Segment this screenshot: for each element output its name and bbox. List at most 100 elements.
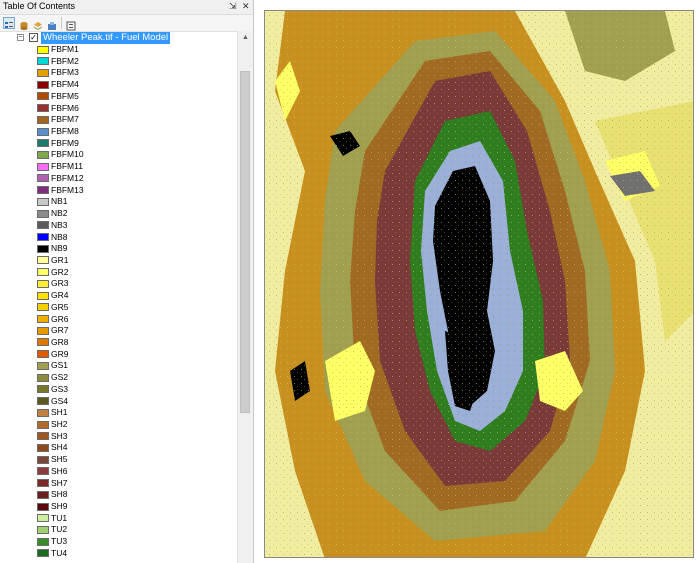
legend-swatch[interactable] [37, 233, 49, 241]
legend-item-sh1[interactable]: SH1 [0, 407, 237, 419]
legend-item-gs1[interactable]: GS1 [0, 360, 237, 372]
legend-item-gr5[interactable]: GR5 [0, 302, 237, 314]
legend-item-nb9[interactable]: NB9 [0, 243, 237, 255]
legend-item-sh9[interactable]: SH9 [0, 501, 237, 513]
layer-row-fuel-model[interactable]: − ✓ Wheeler Peak.tif - Fuel Model [0, 32, 237, 44]
legend-swatch[interactable] [37, 279, 49, 288]
legend-swatch[interactable] [37, 361, 49, 370]
legend-swatch[interactable] [37, 268, 49, 277]
list-by-source-button[interactable] [18, 17, 30, 30]
scroll-up-arrow-icon[interactable]: ▲ [238, 31, 253, 45]
legend-item-fbfm6[interactable]: FBFM6 [0, 103, 237, 115]
legend-item-tu3[interactable]: TU3 [0, 536, 237, 548]
legend-swatch[interactable] [37, 350, 49, 359]
legend-item-fbfm9[interactable]: FBFM9 [0, 138, 237, 150]
fuel-model-raster[interactable] [265, 11, 694, 558]
list-by-drawing-order-button[interactable] [3, 17, 15, 29]
legend-item-tu1[interactable]: TU1 [0, 513, 237, 525]
legend-swatch[interactable] [37, 432, 49, 441]
legend-swatch[interactable] [37, 326, 49, 335]
legend-swatch[interactable] [37, 455, 49, 464]
list-by-visibility-button[interactable] [32, 17, 44, 30]
legend-item-nb8[interactable]: NB8 [0, 232, 237, 244]
legend-item-gr3[interactable]: GR3 [0, 278, 237, 290]
legend-swatch[interactable] [37, 68, 49, 77]
legend-swatch[interactable] [37, 537, 49, 546]
legend-item-fbfm4[interactable]: FBFM4 [0, 79, 237, 91]
map-display[interactable] [256, 0, 700, 563]
legend-swatch[interactable] [37, 197, 49, 206]
legend-swatch[interactable] [37, 162, 49, 171]
legend-swatch[interactable] [37, 303, 49, 312]
legend-item-tu2[interactable]: TU2 [0, 524, 237, 536]
legend-swatch[interactable] [37, 115, 49, 124]
legend-item-fbfm2[interactable]: FBFM2 [0, 56, 237, 68]
scrollbar-thumb[interactable] [240, 71, 250, 413]
legend-swatch[interactable] [37, 420, 49, 429]
legend-swatch[interactable] [37, 514, 49, 523]
legend-swatch[interactable] [37, 467, 49, 476]
legend-item-sh2[interactable]: SH2 [0, 419, 237, 431]
legend-swatch[interactable] [37, 479, 49, 488]
legend-item-sh4[interactable]: SH4 [0, 442, 237, 454]
legend-item-fbfm7[interactable]: FBFM7 [0, 114, 237, 126]
legend-swatch[interactable] [37, 525, 49, 534]
options-button[interactable] [65, 17, 77, 31]
legend-item-fbfm10[interactable]: FBFM10 [0, 149, 237, 161]
legend-swatch[interactable] [37, 209, 49, 218]
legend-item-fbfm3[interactable]: FBFM3 [0, 67, 237, 79]
legend-swatch[interactable] [37, 549, 49, 558]
legend-item-sh7[interactable]: SH7 [0, 478, 237, 490]
legend-item-sh8[interactable]: SH8 [0, 489, 237, 501]
map-data-frame[interactable] [264, 10, 694, 558]
legend-item-nb2[interactable]: NB2 [0, 208, 237, 220]
legend-item-nb3[interactable]: NB3 [0, 220, 237, 232]
legend-swatch[interactable] [37, 397, 49, 406]
legend-item-fbfm12[interactable]: FBFM12 [0, 173, 237, 185]
layer-name[interactable]: Wheeler Peak.tif - Fuel Model [41, 32, 171, 44]
legend-item-gr1[interactable]: GR1 [0, 255, 237, 267]
legend-swatch[interactable] [37, 150, 49, 159]
legend-item-fbfm1[interactable]: FBFM1 [0, 44, 237, 56]
legend-item-gs4[interactable]: GS4 [0, 396, 237, 408]
legend-item-fbfm8[interactable]: FBFM8 [0, 126, 237, 138]
vertical-scrollbar[interactable]: ▲ [237, 31, 253, 563]
legend-swatch[interactable] [37, 92, 49, 101]
legend-swatch[interactable] [37, 373, 49, 382]
legend-swatch[interactable] [37, 315, 49, 324]
legend-item-gr9[interactable]: GR9 [0, 349, 237, 361]
legend-swatch[interactable] [37, 256, 49, 265]
legend-swatch[interactable] [37, 244, 49, 253]
legend-swatch[interactable] [37, 385, 49, 394]
legend-item-gr2[interactable]: GR2 [0, 267, 237, 279]
legend-swatch[interactable] [37, 57, 49, 66]
legend-swatch[interactable] [37, 502, 49, 511]
legend-item-fbfm5[interactable]: FBFM5 [0, 91, 237, 103]
legend-swatch[interactable] [37, 104, 49, 113]
legend-item-nb1[interactable]: NB1 [0, 196, 237, 208]
pin-icon[interactable]: ⇲ [229, 1, 237, 12]
legend-item-fbfm13[interactable]: FBFM13 [0, 185, 237, 197]
close-icon[interactable]: ✕ [242, 1, 250, 12]
layer-visibility-checkbox[interactable]: ✓ [29, 33, 38, 42]
list-by-selection-button[interactable] [46, 17, 58, 30]
legend-item-gr7[interactable]: GR7 [0, 325, 237, 337]
legend-swatch[interactable] [37, 443, 49, 452]
legend-item-gr8[interactable]: GR8 [0, 337, 237, 349]
legend-swatch[interactable] [37, 186, 49, 195]
legend-item-sh5[interactable]: SH5 [0, 454, 237, 466]
legend-item-gr4[interactable]: GR4 [0, 290, 237, 302]
legend-item-gs3[interactable]: GS3 [0, 384, 237, 396]
legend-swatch[interactable] [37, 127, 49, 136]
legend-swatch[interactable] [37, 221, 49, 230]
legend-item-fbfm11[interactable]: FBFM11 [0, 161, 237, 173]
legend-item-gs2[interactable]: GS2 [0, 372, 237, 384]
legend-item-sh6[interactable]: SH6 [0, 466, 237, 478]
legend-swatch[interactable] [37, 291, 49, 300]
legend-swatch[interactable] [37, 408, 49, 417]
legend-swatch[interactable] [37, 139, 49, 148]
legend-item-gr6[interactable]: GR6 [0, 314, 237, 326]
legend-swatch[interactable] [37, 45, 49, 54]
legend-swatch[interactable] [37, 174, 49, 183]
legend-swatch[interactable] [37, 80, 49, 89]
